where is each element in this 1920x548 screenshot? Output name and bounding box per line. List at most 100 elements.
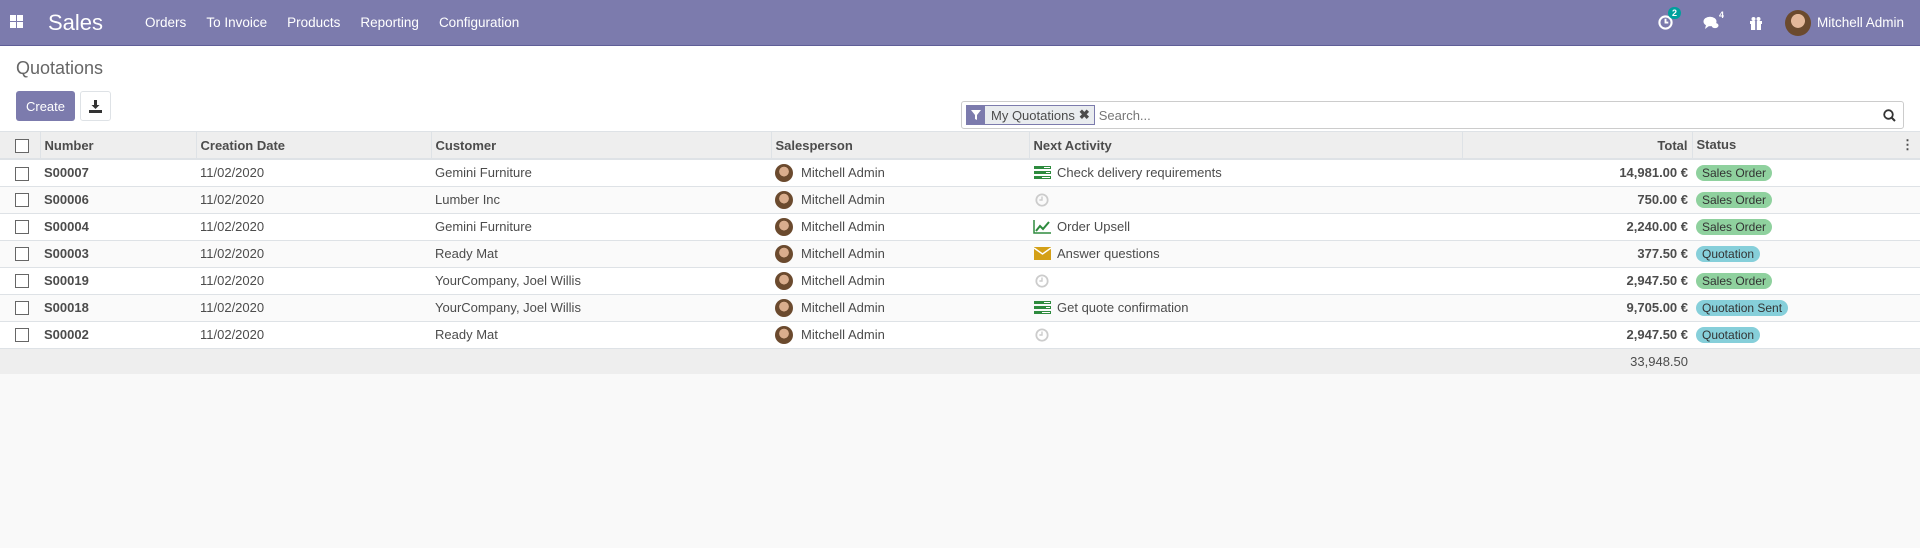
user-menu[interactable]: Mitchell Admin bbox=[1784, 9, 1904, 36]
salesperson-avatar bbox=[775, 298, 793, 317]
download-icon bbox=[89, 99, 102, 113]
creation-date: 11/02/2020 bbox=[196, 186, 431, 214]
salesperson-cell: Mitchell Admin bbox=[771, 213, 1029, 241]
clock-icon[interactable] bbox=[1033, 273, 1051, 288]
customer: Gemini Furniture bbox=[431, 213, 771, 241]
salesperson-name: Mitchell Admin bbox=[801, 300, 885, 315]
user-name: Mitchell Admin bbox=[1816, 15, 1904, 30]
column-header-next-activity[interactable]: Next Activity bbox=[1028, 132, 1462, 160]
salesperson-name: Mitchell Admin bbox=[801, 327, 885, 342]
status-cell: Sales Order bbox=[1692, 267, 1920, 295]
row-checkbox[interactable] bbox=[15, 247, 29, 262]
row-select-cell[interactable] bbox=[0, 240, 40, 268]
gift-icon bbox=[1749, 16, 1762, 30]
table-row[interactable]: S00007 11/02/2020 Gemini Furniture Mitch… bbox=[0, 159, 1920, 187]
row-select-cell[interactable] bbox=[0, 321, 40, 349]
activity-count-badge: 2 bbox=[1667, 7, 1681, 19]
next-activity-cell[interactable] bbox=[1029, 267, 1462, 295]
salesperson-cell: Mitchell Admin bbox=[771, 294, 1029, 322]
salesperson-name: Mitchell Admin bbox=[801, 273, 885, 288]
order-number: S00018 bbox=[40, 294, 196, 322]
select-all-checkbox[interactable] bbox=[15, 138, 29, 153]
apps-menu-icon[interactable] bbox=[10, 14, 26, 31]
menu-configuration[interactable]: Configuration bbox=[439, 15, 519, 30]
order-number: S00006 bbox=[40, 186, 196, 214]
order-number: S00019 bbox=[40, 267, 196, 295]
breadcrumb-title: Quotations bbox=[16, 58, 104, 78]
messaging-menu[interactable]: 4 bbox=[1703, 10, 1724, 30]
row-select-cell[interactable] bbox=[0, 213, 40, 241]
menu-orders[interactable]: Orders bbox=[145, 15, 186, 30]
menu-to-invoice[interactable]: To Invoice bbox=[206, 15, 267, 30]
app-name[interactable]: Sales bbox=[48, 10, 103, 36]
row-checkbox[interactable] bbox=[15, 220, 29, 235]
create-button[interactable]: Create bbox=[16, 91, 75, 121]
creation-date: 11/02/2020 bbox=[196, 294, 431, 322]
status-cell: Quotation Sent bbox=[1692, 294, 1920, 322]
next-activity-cell[interactable]: Check delivery requirements bbox=[1029, 159, 1462, 187]
row-checkbox[interactable] bbox=[15, 166, 29, 181]
table-header-row: Number Creation Date Customer Salesperso… bbox=[0, 132, 1920, 160]
table-row[interactable]: S00018 11/02/2020 YourCompany, Joel Will… bbox=[0, 294, 1920, 322]
row-select-cell[interactable] bbox=[0, 267, 40, 295]
envelope-icon[interactable] bbox=[1033, 247, 1051, 261]
column-header-number[interactable]: Number bbox=[39, 132, 196, 160]
total-amount: 2,947.50 € bbox=[1462, 321, 1692, 349]
salesperson-name: Mitchell Admin bbox=[801, 246, 885, 261]
column-header-status[interactable]: Status ⋮ bbox=[1691, 132, 1920, 160]
table-row[interactable]: S00004 11/02/2020 Gemini Furniture Mitch… bbox=[0, 213, 1920, 241]
status-badge: Quotation Sent bbox=[1696, 299, 1789, 316]
status-badge: Sales Order bbox=[1696, 218, 1773, 235]
row-select-cell[interactable] bbox=[0, 186, 40, 214]
row-select-cell[interactable] bbox=[0, 294, 40, 322]
order-number: S00002 bbox=[40, 321, 196, 349]
select-all-cell[interactable] bbox=[0, 132, 40, 160]
next-activity-cell[interactable]: Get quote confirmation bbox=[1029, 294, 1462, 322]
gift-menu[interactable] bbox=[1749, 16, 1763, 30]
next-activity-summary: Check delivery requirements bbox=[1057, 165, 1222, 181]
row-checkbox[interactable] bbox=[15, 301, 29, 316]
creation-date: 11/02/2020 bbox=[196, 159, 431, 187]
status-cell: Quotation bbox=[1692, 240, 1920, 268]
table-row[interactable]: S00006 11/02/2020 Lumber Inc Mitchell Ad… bbox=[0, 186, 1920, 214]
creation-date: 11/02/2020 bbox=[196, 321, 431, 349]
customer: Lumber Inc bbox=[431, 186, 771, 214]
row-select-cell[interactable] bbox=[0, 159, 40, 187]
table-row[interactable]: S00003 11/02/2020 Ready Mat Mitchell Adm… bbox=[0, 240, 1920, 268]
clock-icon[interactable] bbox=[1033, 327, 1051, 342]
chart-icon[interactable] bbox=[1033, 219, 1051, 234]
status-header-label: Status bbox=[1696, 137, 1737, 152]
facet-remove-icon[interactable]: ✖ bbox=[1079, 107, 1094, 123]
column-header-customer[interactable]: Customer bbox=[430, 132, 771, 160]
column-header-creation-date[interactable]: Creation Date bbox=[195, 132, 431, 160]
control-panel: Quotations Create My Quotations ✖ Filter… bbox=[0, 46, 1920, 166]
column-header-salesperson[interactable]: Salesperson bbox=[770, 132, 1029, 160]
status-cell: Sales Order bbox=[1692, 186, 1920, 214]
clock-icon[interactable] bbox=[1033, 192, 1051, 207]
next-activity-cell[interactable] bbox=[1029, 186, 1462, 214]
row-checkbox[interactable] bbox=[15, 274, 29, 289]
search-icon[interactable] bbox=[1875, 108, 1903, 122]
menu-products[interactable]: Products bbox=[287, 15, 340, 30]
next-activity-summary: Answer questions bbox=[1057, 246, 1160, 261]
tasks-icon[interactable] bbox=[1033, 301, 1051, 315]
search-input[interactable] bbox=[1098, 107, 1875, 123]
table-row[interactable]: S00019 11/02/2020 YourCompany, Joel Will… bbox=[0, 267, 1920, 295]
user-avatar bbox=[1784, 9, 1811, 36]
activity-menu[interactable]: 2 bbox=[1658, 7, 1681, 30]
row-checkbox[interactable] bbox=[15, 328, 29, 343]
table-row[interactable]: S00002 11/02/2020 Ready Mat Mitchell Adm… bbox=[0, 321, 1920, 349]
table-footer-row: 33,948.50 bbox=[0, 348, 1920, 374]
column-header-total[interactable]: Total bbox=[1461, 132, 1692, 160]
status-badge: Quotation bbox=[1696, 245, 1761, 262]
next-activity-cell[interactable]: Order Upsell bbox=[1029, 213, 1462, 241]
row-checkbox[interactable] bbox=[15, 193, 29, 208]
optional-columns-icon[interactable]: ⋮ bbox=[1901, 137, 1914, 153]
next-activity-cell[interactable]: Answer questions bbox=[1029, 240, 1462, 268]
order-number: S00007 bbox=[40, 159, 196, 187]
menu-reporting[interactable]: Reporting bbox=[360, 15, 419, 30]
next-activity-cell[interactable] bbox=[1029, 321, 1462, 349]
tasks-icon[interactable] bbox=[1033, 166, 1051, 180]
status-cell: Sales Order bbox=[1692, 159, 1920, 187]
export-button[interactable] bbox=[80, 91, 111, 121]
